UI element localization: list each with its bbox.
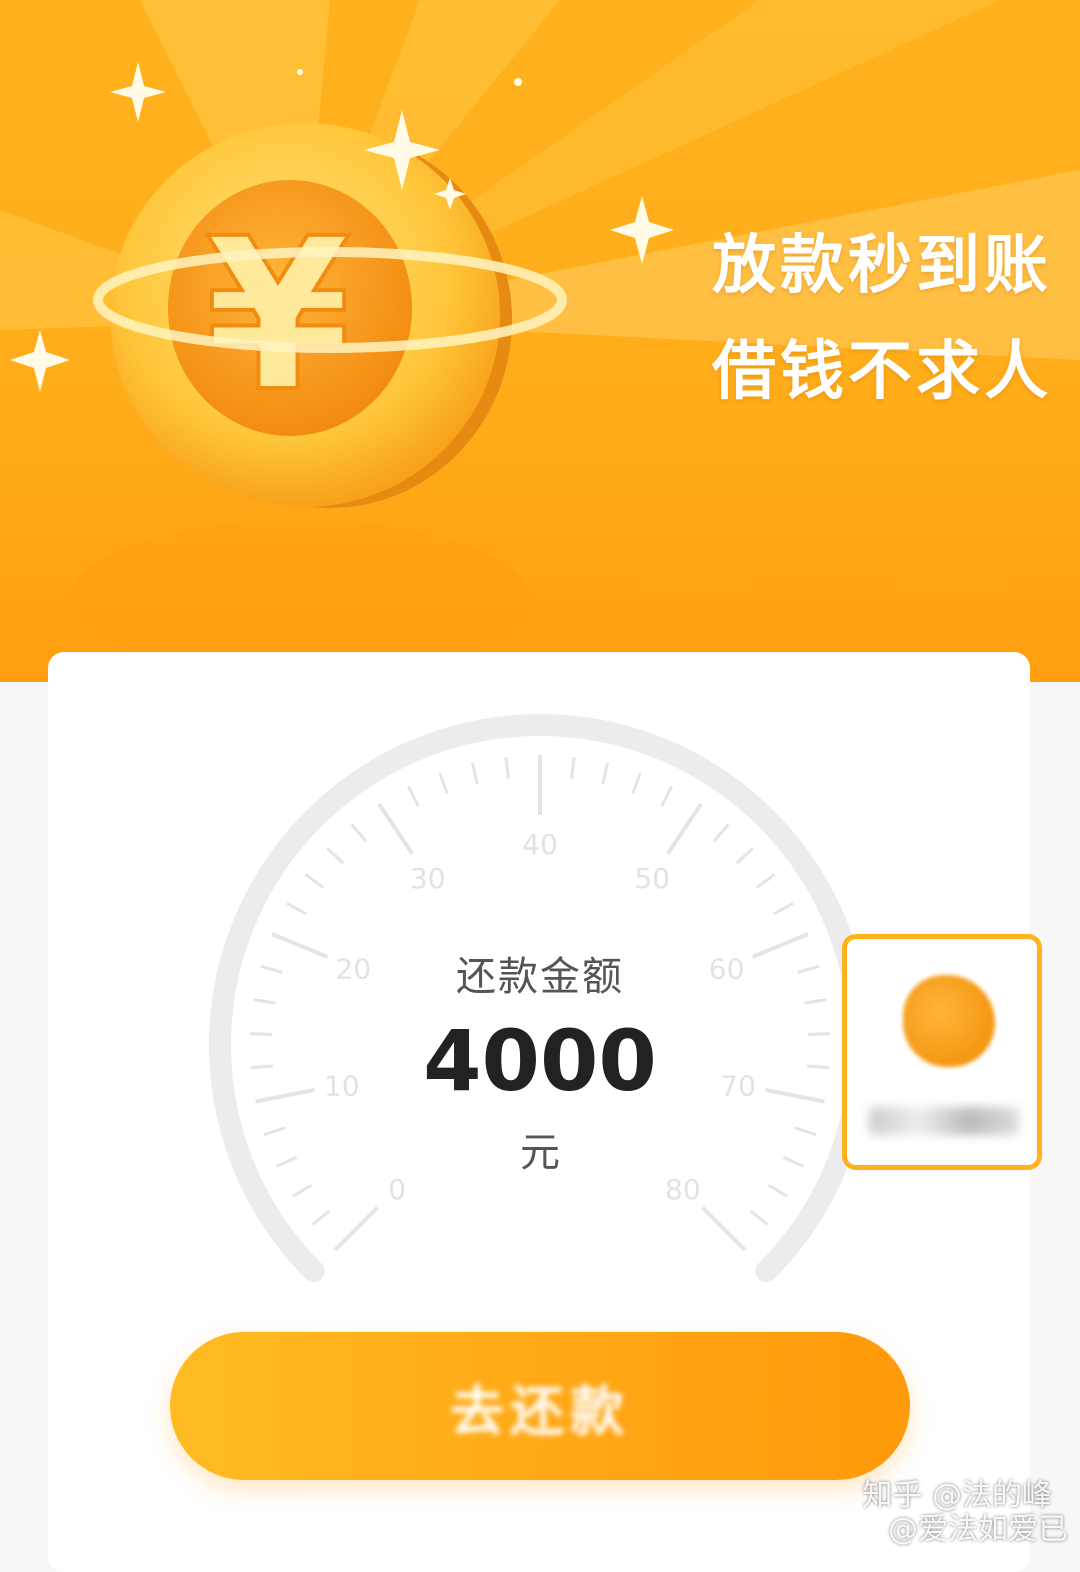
- gauge-minor-tick: [773, 901, 794, 916]
- gauge-minor-tick: [570, 756, 576, 780]
- gauge-minor-tick: [326, 847, 345, 865]
- gauge-minor-tick: [755, 873, 776, 889]
- gauge-minor-tick: [504, 756, 510, 780]
- gauge-major-tick: [333, 1206, 379, 1252]
- gauge-minor-tick: [749, 1209, 769, 1226]
- gauge-minor-tick: [407, 785, 420, 807]
- gauge-minor-tick: [735, 847, 754, 865]
- watermark-line-2: @爱法如爱已: [888, 1512, 1068, 1547]
- badge-label-blurred: [869, 1107, 1019, 1135]
- gauge-tick-label: 40: [522, 828, 558, 861]
- gauge-minor-tick: [291, 1183, 313, 1198]
- gauge-minor-tick: [712, 823, 730, 843]
- repay-button[interactable]: 去还款: [170, 1332, 910, 1480]
- repay-button-label: 去还款: [450, 1379, 630, 1443]
- gauge-tick-label: 50: [634, 862, 670, 895]
- gauge-minor-tick: [631, 772, 642, 795]
- floating-promo-badge[interactable]: [842, 934, 1042, 1170]
- gauge-minor-tick: [767, 1183, 789, 1198]
- gauge-major-tick: [377, 802, 414, 855]
- gauge-minor-tick: [311, 1209, 331, 1226]
- gauge-minor-tick: [660, 785, 673, 807]
- mascot-icon: [903, 975, 995, 1067]
- gauge-minor-tick: [438, 772, 449, 795]
- gauge-tick-label: 30: [410, 862, 446, 895]
- gauge-minor-tick: [286, 901, 307, 916]
- gauge-minor-tick: [601, 762, 610, 785]
- gauge-minor-tick: [350, 823, 368, 843]
- gauge-minor-tick: [470, 762, 479, 785]
- gauge-major-tick: [666, 802, 703, 855]
- gauge-major-tick: [701, 1206, 747, 1252]
- gauge-minor-tick: [304, 873, 325, 889]
